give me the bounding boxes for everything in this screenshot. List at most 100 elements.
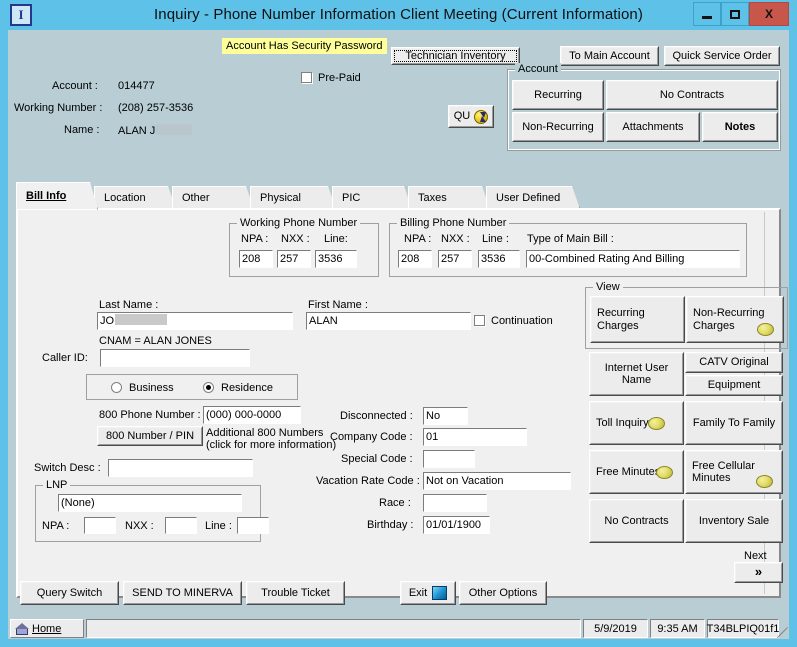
type-of-main-bill-field[interactable]: 00-Combined Rating And Billing [526,250,740,268]
resize-grip[interactable] [775,625,789,639]
next-label: Next [744,550,767,562]
last-name-field[interactable]: JO [97,312,293,330]
send-to-minerva-label: SEND TO MINERVA [132,586,233,599]
first-name-field[interactable]: ALAN [306,312,471,330]
view-no-contracts-button[interactable]: No Contracts [589,499,684,543]
free-minutes-button[interactable]: Free Minutes [589,450,684,494]
redaction-block [156,124,193,135]
working-npa-field[interactable]: 208 [239,250,273,268]
tab-location[interactable]: Location [94,186,176,209]
company-code-field[interactable]: 01 [423,428,527,446]
status-bar: Home 5/9/2019 9:35 AM T34BLPIQ01f1 [8,618,789,639]
minimize-button[interactable] [693,2,721,26]
billing-npa-field[interactable]: 208 [398,250,432,268]
working-number-label: Working Number : [14,102,103,114]
working-npa-label: NPA : [241,233,269,245]
toll-inquiry-button[interactable]: Toll Inquiry [589,401,684,445]
working-phone-legend: Working Phone Number [237,217,361,229]
toll-inquiry-label: Toll Inquiry [596,416,649,429]
eight-hundred-number-pin-button[interactable]: 800 Number / PIN [97,426,203,446]
trouble-ticket-button[interactable]: Trouble Ticket [246,581,345,605]
class-of-service-group: Business Residence [86,374,298,400]
catv-original-button[interactable]: CATV Original [685,352,783,373]
billing-line-field[interactable]: 3536 [478,250,520,268]
business-radio[interactable] [111,382,122,393]
next-button[interactable]: » [734,562,783,583]
query-switch-button[interactable]: Query Switch [20,581,119,605]
other-options-button[interactable]: Other Options [459,581,547,605]
equipment-button[interactable]: Equipment [685,375,783,396]
working-phone-group: Working Phone Number NPA : NXX : Line: 2… [229,217,379,277]
prepaid-label: Pre-Paid [318,72,361,84]
eight-hundred-phone-label: 800 Phone Number : [99,409,201,421]
name-value: ALAN J [118,124,193,137]
attachments-button[interactable]: Attachments [606,112,700,142]
tab-taxes-label: Taxes [418,191,447,204]
eight-hundred-pin-label: 800 Number / PIN [105,429,195,442]
lnp-nxx-field[interactable] [165,517,197,534]
other-options-label: Other Options [468,586,538,599]
tab-user-defined[interactable]: User Defined [486,186,580,209]
recurring-charges-button[interactable]: Recurring Charges [590,296,685,343]
residence-radio[interactable] [203,382,214,393]
tab-pic[interactable]: PIC [332,186,412,209]
additional-800-note-line1: Additional 800 Numbers [206,427,324,439]
client-area: Account Has Security Password Account : … [8,30,789,635]
switch-desc-field[interactable] [108,459,253,477]
tab-physical[interactable]: Physical [250,186,336,209]
family-to-family-button[interactable]: Family To Family [685,401,783,445]
non-recurring-button[interactable]: Non-Recurring [512,112,604,142]
notes-button[interactable]: Notes [702,112,778,142]
working-line-field[interactable]: 3536 [315,250,357,268]
internet-user-name-button[interactable]: Internet User Name [589,352,684,396]
tab-other[interactable]: Other [172,186,254,209]
continuation-checkbox[interactable] [474,315,485,326]
vacation-rate-code-field[interactable]: Not on Vacation [423,472,571,490]
special-code-field[interactable] [423,450,475,468]
disconnected-label: Disconnected : [340,410,413,422]
home-button[interactable]: Home [10,619,84,638]
name-label: Name : [64,124,100,136]
view-group: View Recurring Charges Non-Recurring Cha… [585,281,788,349]
qu-button[interactable]: QU [448,105,494,128]
send-to-minerva-button[interactable]: SEND TO MINERVA [123,581,242,605]
lnp-line-field[interactable] [237,517,269,534]
close-button[interactable]: X [749,2,789,26]
working-nxx-label: NXX : [281,233,310,245]
lnp-npa-field[interactable] [84,517,116,534]
free-cellular-minutes-button[interactable]: Free Cellular Minutes [685,450,783,494]
tab-taxes[interactable]: Taxes [408,186,490,209]
to-main-account-button[interactable]: To Main Account [560,46,659,66]
maximize-button[interactable] [721,2,749,26]
account-value: 014477 [118,80,155,92]
technician-inventory-button[interactable]: Technician Inventory [391,47,520,65]
exit-button[interactable]: Exit [400,581,456,605]
continuation-label: Continuation [491,315,553,327]
working-nxx-field[interactable]: 257 [277,250,311,268]
inventory-sale-button[interactable]: Inventory Sale [685,499,783,543]
tab-strip: Bill Info Location Other Physical PIC Ta… [16,182,781,209]
billing-nxx-field[interactable]: 257 [438,250,472,268]
tab-bill-info[interactable]: Bill Info [16,182,98,210]
qu-label: QU [453,110,471,123]
bill-info-panel: Working Phone Number NPA : NXX : Line: 2… [16,208,788,598]
recurring-button[interactable]: Recurring [512,80,604,110]
disconnected-field[interactable]: No [423,407,468,425]
home-label: Home [32,622,62,635]
birthday-field[interactable]: 01/01/1900 [423,516,490,534]
no-contracts-button[interactable]: No Contracts [606,80,778,110]
lnp-group: LNP (None) NPA : NXX : Line : [35,479,269,542]
minimize-icon [702,15,712,19]
tab-physical-label: Physical [260,191,301,204]
eight-hundred-phone-field[interactable]: (000) 000-0000 [203,406,301,424]
focus-rect [394,50,517,62]
window-title: Inquiry - Phone Number Information Clien… [154,6,643,23]
lnp-value-field[interactable]: (None) [58,494,242,512]
race-field[interactable] [423,494,487,512]
quick-service-order-button[interactable]: Quick Service Order [664,46,780,66]
non-recurring-charges-button[interactable]: Non-Recurring Charges [686,296,784,343]
prepaid-checkbox[interactable] [301,72,312,83]
last-name-label: Last Name : [99,299,159,311]
tab-location-label: Location [104,191,146,204]
caller-id-field[interactable] [100,349,250,367]
